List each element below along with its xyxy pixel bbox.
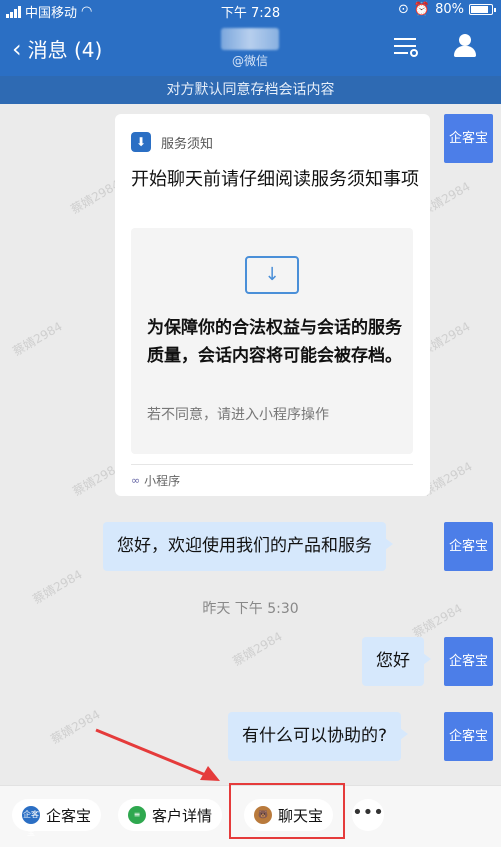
link-icon: ∞ — [131, 474, 141, 487]
avatar[interactable]: 企客宝 — [444, 522, 493, 571]
message-bubble[interactable]: 您好 — [362, 637, 431, 686]
timestamp: 昨天 下午 5:30 — [202, 601, 299, 617]
card-source: 服务须知 — [161, 136, 214, 152]
card-divider — [131, 464, 413, 465]
mini-program-card[interactable]: ⬇ 服务须知 开始聊天前请仔细阅读服务须知事项 ↓ 为保障你的合法权益与会话的服… — [115, 114, 430, 496]
watermark: 蔡婧2984 — [230, 629, 285, 669]
nav-bar: ‹ 消息 (4) @微信 — [0, 20, 501, 76]
qikebao-icon: 企客宝 — [22, 806, 40, 837]
toolbar-item-label: 企客宝 — [46, 806, 92, 825]
toolbar-item-label: 客户详情 — [152, 806, 213, 825]
customer-icon: ≡ — [128, 806, 146, 824]
chat-title: @微信 — [200, 28, 300, 69]
person-icon[interactable] — [452, 34, 478, 58]
message-bubble[interactable]: 有什么可以协助的? — [228, 712, 409, 761]
toolbar-item-customer-details[interactable]: ≡ 客户详情 — [118, 799, 223, 831]
download-icon: ↓ — [245, 256, 299, 294]
watermark: 蔡婧2984 — [10, 319, 65, 359]
battery-percent: 80% — [435, 2, 464, 17]
archive-notice: 对方默认同意存档会话内容 — [0, 76, 501, 104]
avatar[interactable]: 企客宝 — [444, 712, 493, 761]
more-icon[interactable]: ••• — [352, 799, 384, 831]
card-hint: 若不同意，请进入小程序操作 — [147, 407, 329, 423]
status-bar: 中国移动 ◠ 下午 7:28 ⊙ ⏰ 80% — [0, 0, 501, 21]
message-bubble[interactable]: 您好，欢迎使用我们的产品和服务 — [103, 522, 393, 571]
back-chevron-icon: ‹ — [12, 34, 22, 63]
top-bar: 中国移动 ◠ 下午 7:28 ⊙ ⏰ 80% ‹ 消息 (4) @微信 — [0, 0, 501, 76]
avatar[interactable]: 企客宝 — [444, 114, 493, 163]
alarm-icon: ⏰ — [413, 2, 431, 17]
battery-icon — [469, 4, 496, 15]
card-body: 为保障你的合法权益与会话的服务质量，会话内容将可能会被存档。 — [147, 318, 402, 366]
chat-subtitle: @微信 — [231, 54, 268, 68]
menu-icon[interactable] — [394, 36, 418, 57]
blurred-name — [221, 28, 279, 50]
download-icon: ⬇ — [131, 132, 151, 152]
lock-rotation-icon: ⊙ — [398, 2, 409, 17]
watermark: 蔡婧2984 — [48, 707, 103, 747]
back-button[interactable]: ‹ 消息 (4) — [12, 34, 102, 63]
card-title: 开始聊天前请仔细阅读服务须知事项 — [131, 169, 419, 190]
card-footer: 小程序 — [144, 474, 181, 488]
highlight-box — [229, 783, 345, 839]
toolbar-item-qikebao[interactable]: 企客宝 企客宝 — [12, 799, 102, 837]
avatar[interactable]: 企客宝 — [444, 637, 493, 686]
back-label: 消息 (4) — [27, 38, 103, 62]
